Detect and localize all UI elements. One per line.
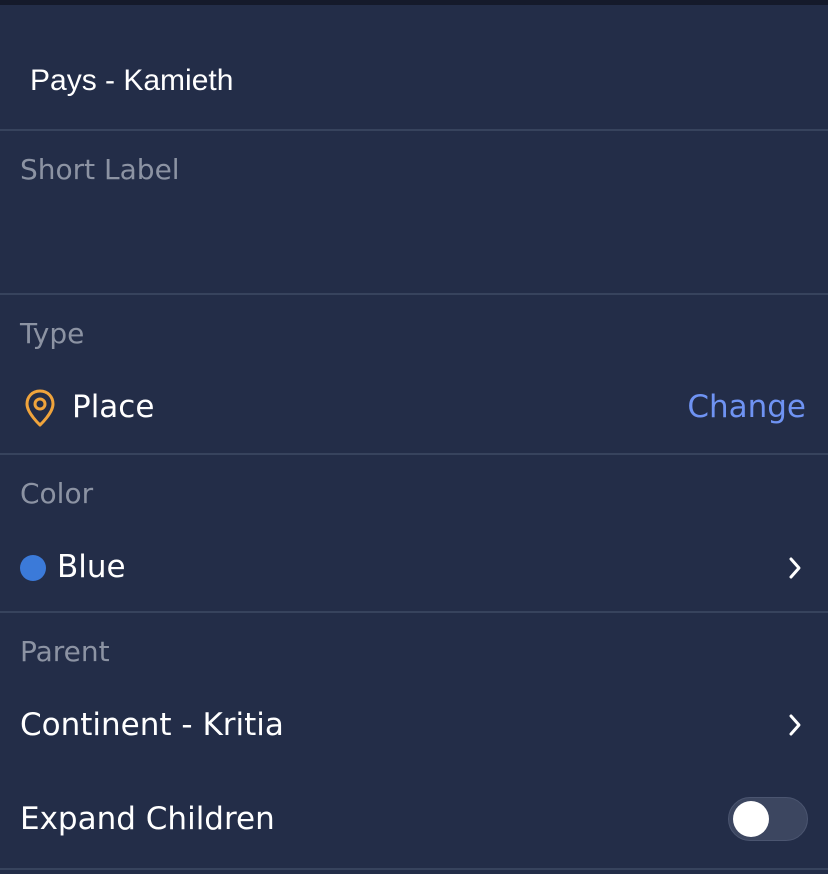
color-row[interactable]: Blue — [0, 530, 828, 606]
color-label: Color — [20, 477, 94, 510]
color-swatch — [20, 555, 46, 581]
color-value: Blue — [57, 549, 126, 585]
edit-entity-screen: Short Label Type Place Change Color Blue… — [0, 0, 828, 874]
top-bar — [0, 0, 828, 5]
entity-name-input[interactable] — [30, 60, 790, 102]
change-type-button[interactable]: Change — [687, 387, 806, 427]
parent-label: Parent — [20, 635, 110, 668]
short-label-input[interactable] — [20, 200, 800, 280]
type-value: Place — [72, 389, 155, 425]
location-pin-icon — [23, 388, 57, 428]
divider — [0, 129, 828, 131]
short-label-field-label: Short Label — [20, 153, 180, 186]
divider — [0, 293, 828, 295]
divider — [0, 868, 828, 870]
chevron-right-icon — [786, 555, 804, 581]
chevron-right-icon — [786, 712, 804, 738]
toggle-knob — [733, 801, 769, 837]
divider — [0, 611, 828, 613]
divider — [0, 453, 828, 455]
parent-value: Continent - Kritia — [20, 707, 284, 743]
expand-children-toggle[interactable] — [728, 797, 808, 841]
expand-children-label: Expand Children — [20, 801, 275, 837]
type-label: Type — [20, 317, 85, 350]
parent-row[interactable]: Continent - Kritia — [0, 688, 828, 764]
